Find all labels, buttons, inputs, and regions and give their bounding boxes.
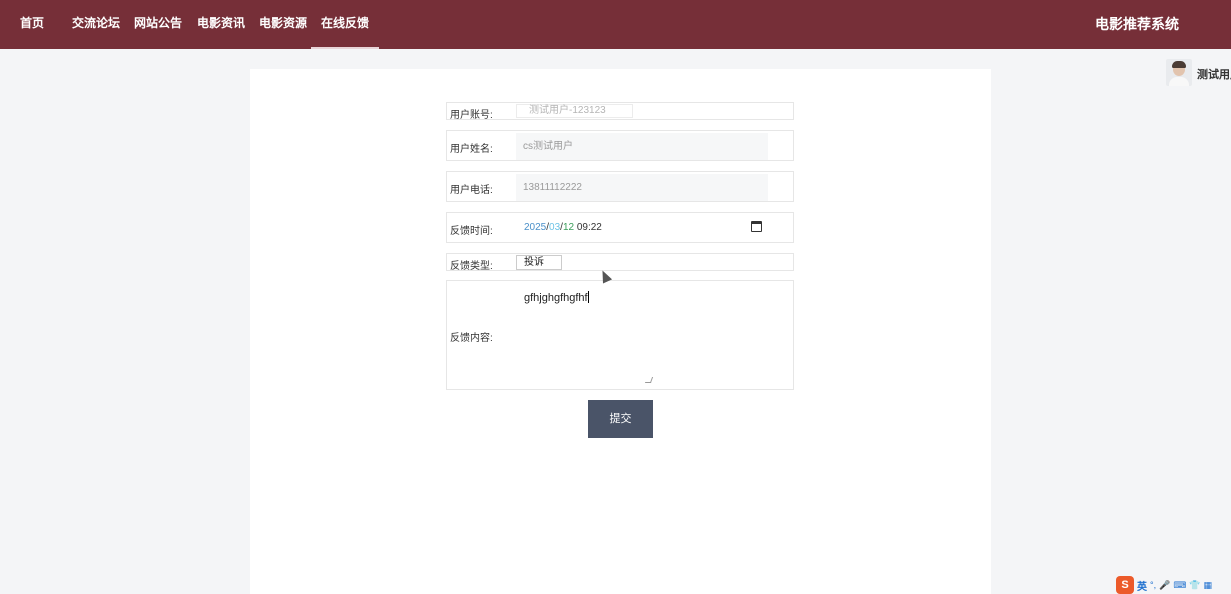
form-row-phone: 用户电话: 13811112222 (446, 171, 794, 202)
keyboard-icon[interactable]: ⌨ (1173, 580, 1186, 591)
phone-field[interactable]: 13811112222 (516, 174, 768, 201)
user-menu[interactable]: 测试用户 (1164, 58, 1231, 88)
nav-item-movie-resources[interactable]: 电影资源 (259, 0, 307, 49)
resize-grip-icon[interactable] (644, 377, 654, 383)
content-textarea[interactable]: gfhjghgfhgfhf (524, 291, 589, 304)
site-brand: 电影推荐系统 (1095, 16, 1179, 32)
time-label: 反馈时间: (450, 226, 493, 237)
nav-item-home[interactable]: 首页 (20, 0, 44, 49)
name-field[interactable]: cs测试用户 (516, 133, 768, 160)
ime-logo-icon[interactable]: S (1116, 576, 1134, 594)
content-label: 反馈内容: (450, 333, 493, 344)
content-text: gfhjghgfhgfhf (524, 292, 588, 304)
top-nav: 首页 交流论坛 网站公告 电影资讯 电影资源 在线反馈 电影推荐系统 (0, 0, 1231, 49)
nav-item-announcements[interactable]: 网站公告 (134, 0, 182, 49)
form-row-content: 反馈内容: gfhjghgfhgfhf (446, 280, 794, 390)
text-caret (587, 291, 589, 303)
ime-language-toggle[interactable]: 英 (1137, 578, 1147, 593)
datetime-input[interactable]: 2025/03/12 09:22 (524, 222, 602, 233)
type-select[interactable]: 投诉 (516, 255, 562, 270)
form-row-type: 反馈类型: 投诉 (446, 253, 794, 272)
date-time[interactable]: 09:22 (577, 222, 602, 233)
form-row-time: 反馈时间: 2025/03/12 09:22 (446, 212, 794, 243)
account-label: 用户账号: (450, 110, 493, 121)
punctuation-icon[interactable]: °, (1150, 580, 1156, 590)
submit-button[interactable]: 提交 (588, 400, 653, 438)
calendar-icon[interactable] (751, 221, 762, 232)
nav-item-forum[interactable]: 交流论坛 (72, 0, 120, 49)
nav-item-online-feedback[interactable]: 在线反馈 (310, 0, 380, 49)
microphone-icon[interactable]: 🎤 (1159, 580, 1170, 591)
user-name: 测试用户 (1197, 69, 1231, 81)
skin-icon[interactable]: 👕 (1189, 580, 1200, 591)
date-month[interactable]: 03 (549, 222, 560, 233)
grid-icon[interactable]: ▦ (1204, 580, 1213, 591)
form-row-account: 用户账号: 测试用户-123123 (446, 102, 794, 121)
date-day[interactable]: 12 (563, 222, 574, 233)
account-field[interactable]: 测试用户-123123 (516, 104, 633, 118)
date-year[interactable]: 2025 (524, 222, 546, 233)
name-label: 用户姓名: (450, 144, 493, 155)
nav-item-movie-news[interactable]: 电影资讯 (197, 0, 245, 49)
form-row-name: 用户姓名: cs测试用户 (446, 130, 794, 161)
phone-label: 用户电话: (450, 185, 493, 196)
ime-toolbar[interactable]: S 英 °, 🎤 ⌨ 👕 ▦ (1116, 576, 1212, 594)
avatar (1166, 59, 1192, 86)
type-label: 反馈类型: (450, 261, 493, 272)
